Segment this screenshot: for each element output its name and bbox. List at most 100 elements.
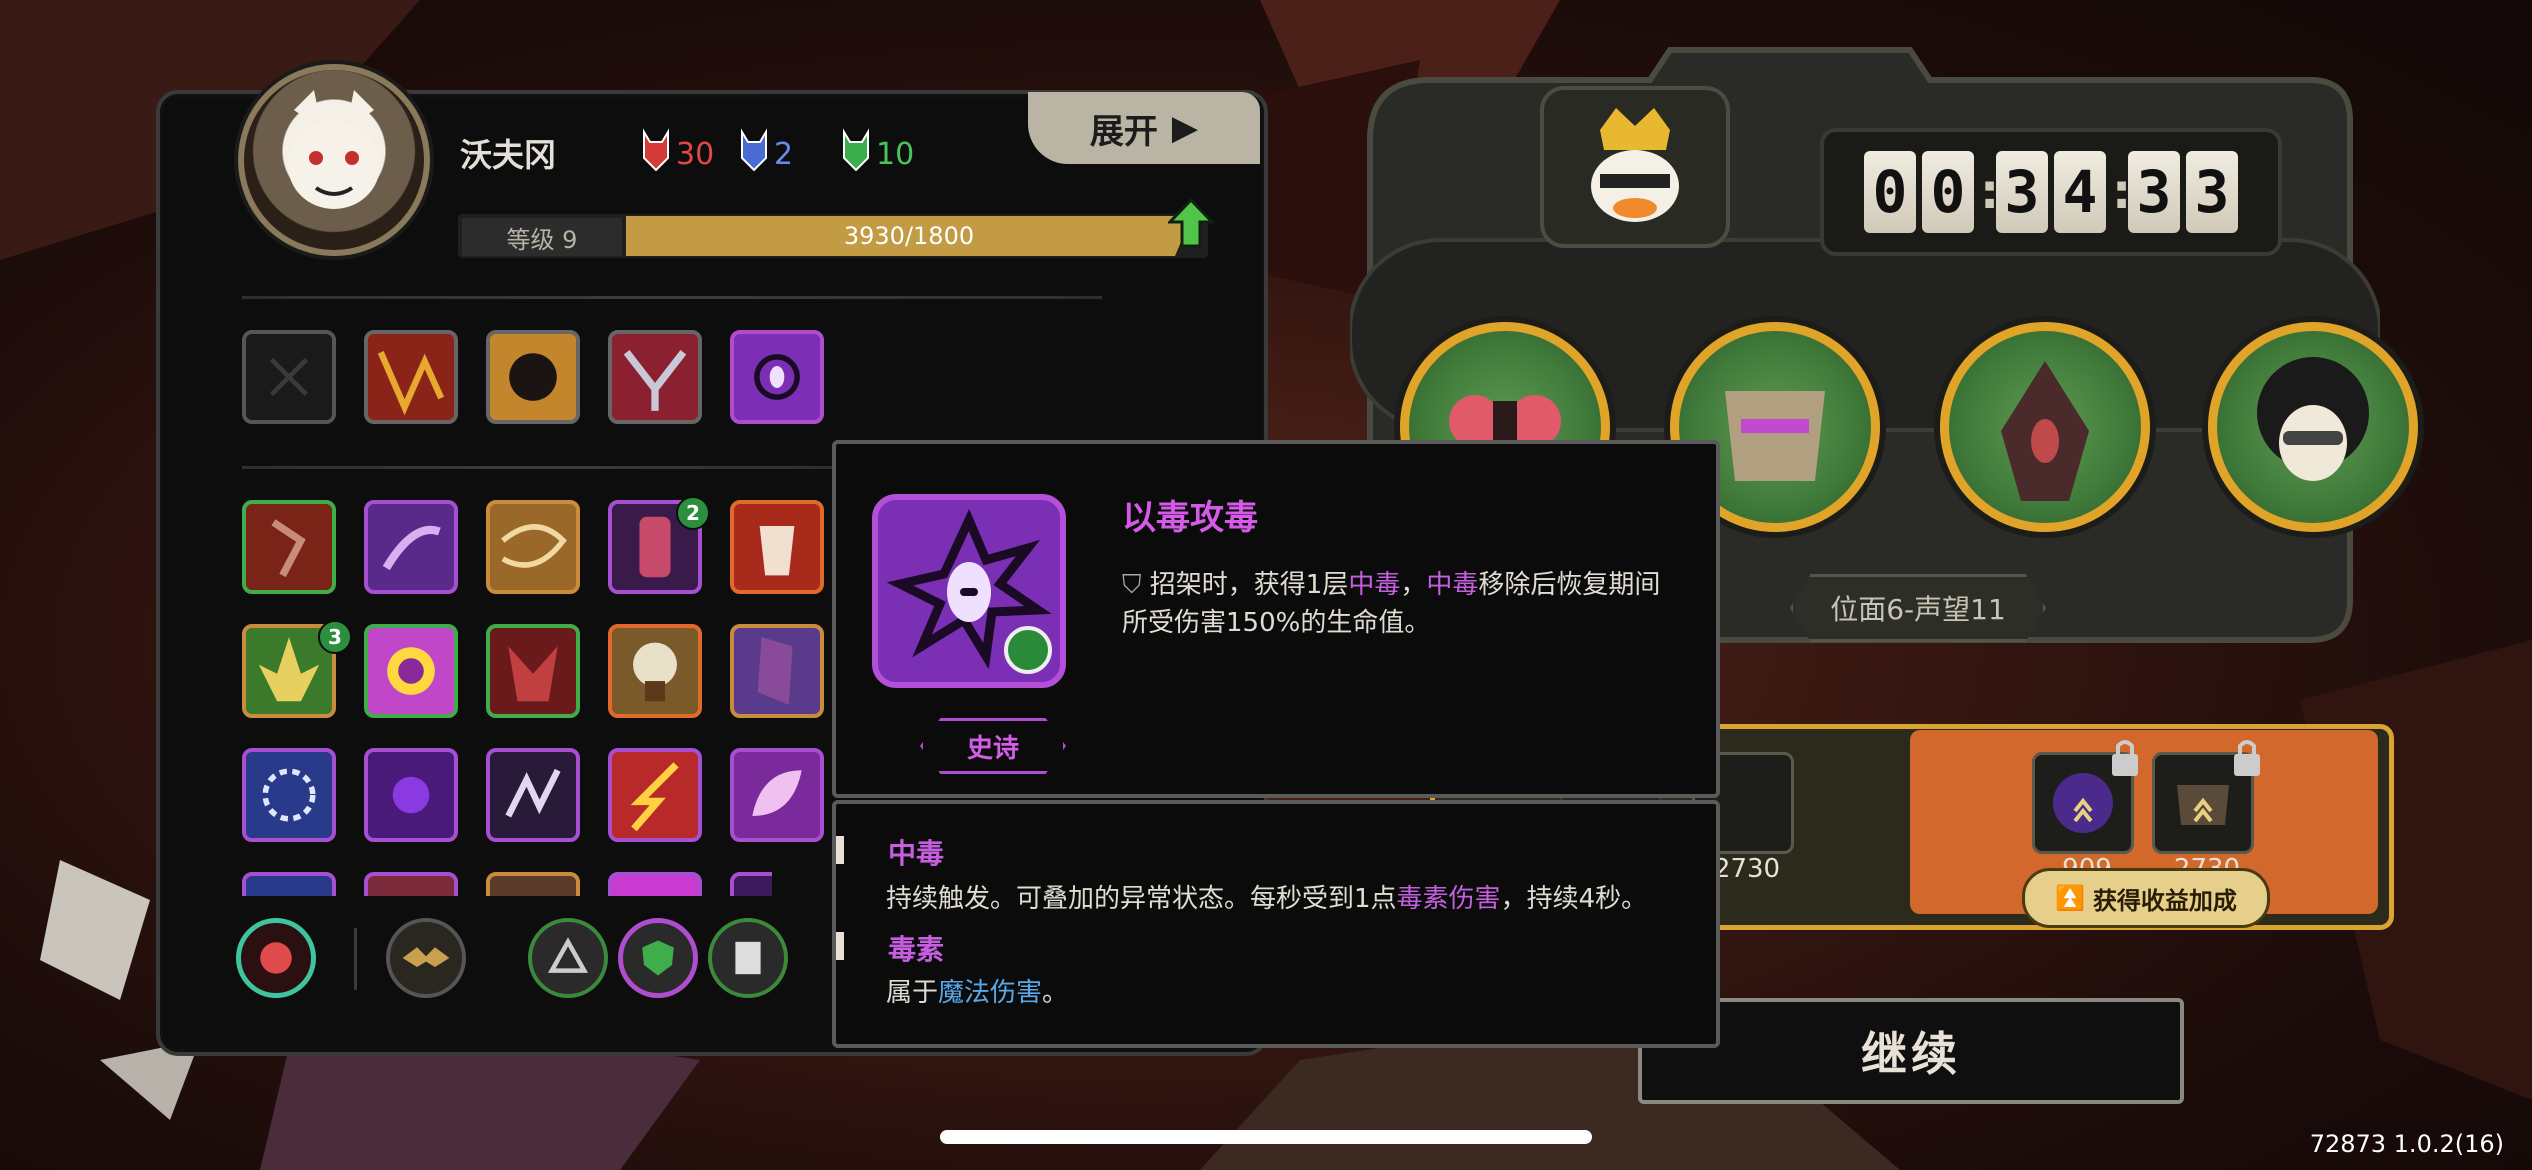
desc-sep: ， bbox=[1400, 570, 1427, 600]
red-mask-count: 30 bbox=[676, 137, 715, 172]
timer-digit: 3 bbox=[2128, 151, 2180, 233]
shield-filter-button[interactable] bbox=[618, 918, 698, 998]
inventory-slot[interactable] bbox=[730, 748, 824, 842]
triangle-right-icon: ▶ bbox=[1171, 108, 1199, 148]
inventory-slot[interactable] bbox=[242, 500, 336, 594]
boss-portrait-hooded[interactable] bbox=[1940, 322, 2150, 532]
gl-text: 。 bbox=[1042, 978, 1069, 1008]
inventory-slot[interactable] bbox=[486, 500, 580, 594]
skill-description: ⛉ 招架时，获得1层中毒，中毒移除后恢复期间所受伤害150%的生命值。 bbox=[1122, 566, 1682, 642]
inventory-slot[interactable] bbox=[364, 624, 458, 718]
divider-mid bbox=[242, 466, 842, 469]
inventory-slot[interactable] bbox=[486, 872, 580, 896]
poison-keyword: 中毒 bbox=[1426, 570, 1479, 600]
inventory-grid bbox=[242, 500, 824, 842]
empty-skill-slot[interactable] bbox=[242, 330, 336, 424]
poison-keyword: 中毒 bbox=[1348, 570, 1401, 600]
dark-sun-skill[interactable] bbox=[486, 330, 580, 424]
fist-icon bbox=[260, 942, 292, 974]
stack-count-badge: 2 bbox=[676, 496, 710, 530]
inventory-slot[interactable] bbox=[364, 748, 458, 842]
triangle-filter-button[interactable] bbox=[528, 918, 608, 998]
gl-text: 属于 bbox=[886, 978, 939, 1008]
gl-keyword: 魔法伤害 bbox=[938, 978, 1043, 1008]
bat-icon bbox=[402, 947, 450, 967]
location-tag: 位面6-声望11 bbox=[1790, 574, 2046, 642]
double-chevron-up-icon: ⏫ bbox=[2055, 884, 2085, 912]
poison-eye-icon bbox=[872, 494, 1066, 688]
green-mask-icon bbox=[843, 128, 869, 172]
version-label: 72873 1.0.2(16) bbox=[2309, 1130, 2504, 1158]
attack-filter-button[interactable] bbox=[236, 918, 316, 998]
gl-text: 持续触发。可叠加的异常状态。每秒受到1点 bbox=[886, 884, 1397, 914]
level-label: 等级 9 bbox=[462, 218, 622, 256]
blue-mask-icon bbox=[741, 128, 767, 172]
earn-bonus-button[interactable]: ⏫ 获得收益加成 bbox=[2022, 868, 2270, 928]
inventory-slot[interactable] bbox=[486, 624, 580, 718]
timer-digit: 3 bbox=[1996, 151, 2048, 233]
run-timer: 0 0 : 3 4 : 3 3 bbox=[1820, 128, 2282, 256]
inventory-row-partial bbox=[242, 872, 772, 896]
keyword-glossary: 中毒 持续触发。可叠加的异常状态。每秒受到1点毒素伤害，持续4秒。 毒素 属于魔… bbox=[832, 800, 1720, 1048]
horned-armor-skill[interactable] bbox=[608, 330, 702, 424]
glossary-term: 毒素 bbox=[888, 933, 945, 966]
inventory-slot[interactable] bbox=[364, 872, 458, 896]
inventory-slot[interactable] bbox=[242, 748, 336, 842]
lock-icon bbox=[2112, 740, 2138, 776]
level-up-arrow-icon[interactable] bbox=[1168, 198, 1214, 250]
bat-filter-button[interactable] bbox=[386, 918, 466, 998]
shield-icon: ⛉ bbox=[1122, 570, 1150, 600]
desc-text: 招架时，获得1层 bbox=[1149, 570, 1349, 600]
inventory-slot[interactable] bbox=[364, 500, 458, 594]
divider-top bbox=[242, 296, 1102, 299]
inventory-slot[interactable] bbox=[608, 624, 702, 718]
xp-progress: 3930/1800 bbox=[626, 216, 1192, 256]
red-mask-stat: 30 bbox=[640, 128, 714, 172]
timer-digit: 3 bbox=[2186, 151, 2238, 233]
green-mask-stat: 10 bbox=[840, 128, 914, 172]
timer-digit: 0 bbox=[1922, 151, 1974, 233]
timer-digit: 4 bbox=[2054, 151, 2106, 233]
character-name: 沃夫冈 bbox=[460, 136, 557, 174]
inventory-slot[interactable] bbox=[608, 748, 702, 842]
red-mask-icon bbox=[643, 128, 669, 172]
card-filter-button[interactable] bbox=[708, 918, 788, 998]
home-indicator[interactable] bbox=[940, 1130, 1592, 1144]
inventory-slot[interactable] bbox=[608, 872, 702, 896]
inventory-slot[interactable] bbox=[242, 872, 336, 896]
inventory-slot[interactable] bbox=[730, 872, 772, 896]
poison-eye-skill[interactable] bbox=[730, 330, 824, 424]
claw-slash-skill[interactable] bbox=[364, 330, 458, 424]
gl-keyword: 毒素伤害 bbox=[1396, 884, 1501, 914]
boss-portrait-afro[interactable] bbox=[2208, 322, 2418, 532]
equipped-skill-row bbox=[242, 330, 824, 424]
character-avatar[interactable] bbox=[238, 64, 430, 256]
timer-digit: 0 bbox=[1864, 151, 1916, 233]
timer-colon: : bbox=[1980, 164, 2000, 220]
rarity-tag: 史诗 bbox=[920, 718, 1066, 774]
stack-count-badge: 3 bbox=[318, 620, 352, 654]
inventory-slot[interactable] bbox=[486, 748, 580, 842]
blue-mask-count: 2 bbox=[774, 137, 794, 172]
blue-mask-stat: 2 bbox=[738, 128, 793, 172]
glossary-definition: 持续触发。可叠加的异常状态。每秒受到1点毒素伤害，持续4秒。 bbox=[886, 878, 1647, 915]
inventory-slot[interactable] bbox=[730, 624, 824, 718]
expand-button[interactable]: 展开 ▶ bbox=[1028, 92, 1260, 164]
glossary-marker bbox=[836, 932, 844, 960]
card-icon bbox=[735, 941, 761, 975]
green-mask-count: 10 bbox=[876, 137, 915, 172]
lock-icon bbox=[2234, 740, 2260, 776]
filter-divider bbox=[354, 928, 357, 990]
gl-text: ，持续4秒。 bbox=[1500, 884, 1648, 914]
expand-label: 展开 bbox=[1089, 111, 1158, 152]
skill-title: 以毒攻毒 bbox=[1122, 498, 1258, 538]
timer-colon: : bbox=[2112, 164, 2132, 220]
shield-icon bbox=[642, 940, 674, 976]
glossary-definition: 属于魔法伤害。 bbox=[886, 972, 1068, 1009]
glossary-term: 中毒 bbox=[888, 837, 945, 870]
triangle-icon bbox=[547, 937, 589, 973]
inventory-slot[interactable] bbox=[730, 500, 824, 594]
glossary-marker bbox=[836, 836, 844, 864]
earn-bonus-label: 获得收益加成 bbox=[2092, 886, 2237, 915]
crown-duck-avatar bbox=[1540, 86, 1730, 248]
